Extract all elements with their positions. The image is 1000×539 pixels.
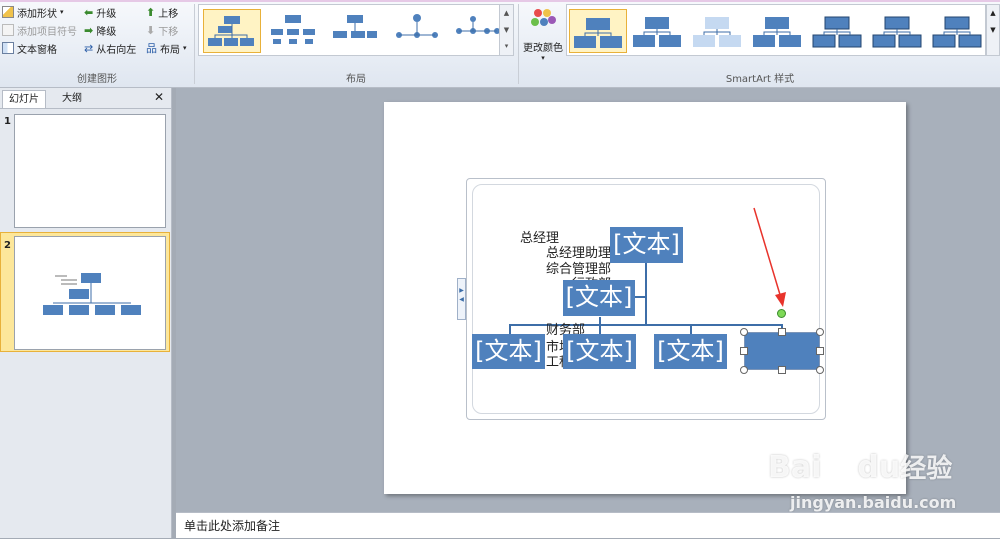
move-up-button[interactable]: ⬆ 上移	[146, 4, 178, 20]
smartart-style-option[interactable]	[809, 9, 867, 53]
smartart-style-option[interactable]	[629, 9, 687, 53]
add-shape-button[interactable]: 添加形状 ▾	[2, 4, 64, 20]
palette-icon	[531, 9, 556, 26]
slide-thumbnail-2[interactable]	[14, 236, 166, 350]
org-box-child[interactable]: [文本]	[654, 334, 727, 369]
scroll-down-icon[interactable]: ▼	[987, 22, 999, 39]
scroll-up-icon[interactable]: ▲	[500, 5, 513, 22]
promote-button[interactable]: ⬅ 升级	[84, 4, 116, 20]
triangle-right-icon: ▶	[459, 287, 464, 294]
smartart-style-option[interactable]	[689, 9, 747, 53]
change-colors-label: 更改颜色	[523, 43, 563, 54]
org-box-selected[interactable]	[744, 332, 820, 370]
smartart-style-option[interactable]	[869, 9, 927, 53]
resize-handle[interactable]	[816, 328, 824, 336]
watermark-logo: Bai du经验	[768, 450, 953, 485]
group-separator	[194, 4, 195, 84]
smartart-styles-group-label: SmartArt 样式	[725, 74, 795, 85]
swap-arrows-icon: ⇄	[84, 41, 94, 55]
text-pane-button[interactable]: 文本窗格	[2, 40, 57, 56]
org-layout-icon: 品	[146, 42, 157, 55]
layout-option[interactable]	[389, 9, 447, 53]
group-separator	[518, 4, 519, 84]
resize-handle[interactable]	[778, 366, 786, 374]
notes-area[interactable]: 单击此处添加备注	[176, 512, 1000, 538]
pane-divider	[0, 108, 172, 109]
org-box-assistant[interactable]: [文本]	[563, 280, 635, 316]
right-to-left-button[interactable]: ⇄ 从右向左	[84, 40, 136, 56]
demote-button[interactable]: ➡ 降级	[84, 22, 116, 38]
move-down-button[interactable]: ⬇ 下移	[146, 22, 178, 38]
triangle-left-icon: ◀	[459, 296, 464, 303]
layout-gallery-scroll[interactable]: ▲ ▼ ▾	[499, 5, 513, 55]
layout-option[interactable]	[203, 9, 261, 53]
smartart-style-option[interactable]	[929, 9, 987, 53]
change-colors-button[interactable]: 更改颜色 ▾	[522, 4, 564, 62]
gallery-more-icon[interactable]: ▾	[500, 38, 513, 55]
slides-pane: 幻灯片 大纲 ✕ 1 2	[0, 88, 172, 538]
org-box-top[interactable]: [文本]	[610, 227, 683, 263]
annotation-arrow	[753, 207, 786, 307]
dropdown-arrow-icon: ▾	[541, 54, 545, 62]
layout-group-label: 布局	[346, 74, 366, 85]
add-bullet-button[interactable]: 添加项目符号	[2, 22, 77, 38]
tab-outline[interactable]: 大纲	[56, 90, 88, 108]
scroll-down-icon[interactable]: ▼	[500, 22, 513, 39]
close-icon[interactable]: ✕	[154, 90, 164, 104]
slide-2-preview	[43, 273, 141, 315]
arrow-left-icon: ⬅	[84, 5, 94, 19]
smartart-styles-gallery	[566, 4, 986, 56]
slide-number: 1	[4, 116, 11, 127]
text-pane-toggle[interactable]: ▶ ◀	[457, 278, 466, 320]
resize-handle[interactable]	[740, 366, 748, 374]
ribbon: 添加形状 ▾ 添加项目符号 文本窗格 ⬅ 升级 ➡ 降级 ⇄ 从右向左 ⬆ 上移…	[0, 0, 1000, 88]
layout-button[interactable]: 品 布局 ▾	[146, 40, 187, 56]
connector-line	[690, 324, 692, 334]
dropdown-arrow-icon: ▾	[183, 44, 187, 52]
smartart-style-option[interactable]	[569, 9, 627, 53]
layout-option[interactable]	[265, 9, 323, 53]
resize-handle[interactable]	[816, 366, 824, 374]
layout-option[interactable]	[327, 9, 385, 53]
ribbon-top-accent	[0, 0, 1000, 2]
slide-number: 2	[4, 240, 11, 251]
connector-line	[634, 296, 646, 298]
arrow-up-icon: ⬆	[146, 5, 156, 19]
resize-handle[interactable]	[816, 347, 824, 355]
connector-line	[509, 324, 511, 334]
watermark-url: jingyan.baidu.com	[790, 493, 957, 512]
tab-slides[interactable]: 幻灯片	[2, 90, 46, 108]
add-bullet-icon	[2, 24, 14, 36]
resize-handle[interactable]	[740, 347, 748, 355]
slide-thumbnail-1[interactable]	[14, 114, 166, 228]
smartart-style-option[interactable]	[749, 9, 807, 53]
add-shape-icon	[2, 6, 14, 18]
resize-handle[interactable]	[778, 328, 786, 336]
styles-gallery-scroll[interactable]: ▲ ▼	[986, 4, 1000, 56]
arrow-down-icon: ⬇	[146, 23, 156, 37]
dropdown-arrow-icon: ▾	[60, 8, 64, 16]
scroll-up-icon[interactable]: ▲	[987, 5, 999, 22]
org-box-child[interactable]: [文本]	[472, 334, 545, 369]
text-pane-icon	[2, 42, 14, 54]
arrow-right-icon: ➡	[84, 23, 94, 37]
org-box-child[interactable]: [文本]	[563, 334, 636, 369]
resize-handle[interactable]	[740, 328, 748, 336]
connector-line	[645, 263, 647, 326]
create-graphic-group-label: 创建图形	[77, 74, 117, 85]
connector-line	[599, 317, 601, 334]
layout-gallery: ▲ ▼ ▾	[198, 4, 514, 56]
